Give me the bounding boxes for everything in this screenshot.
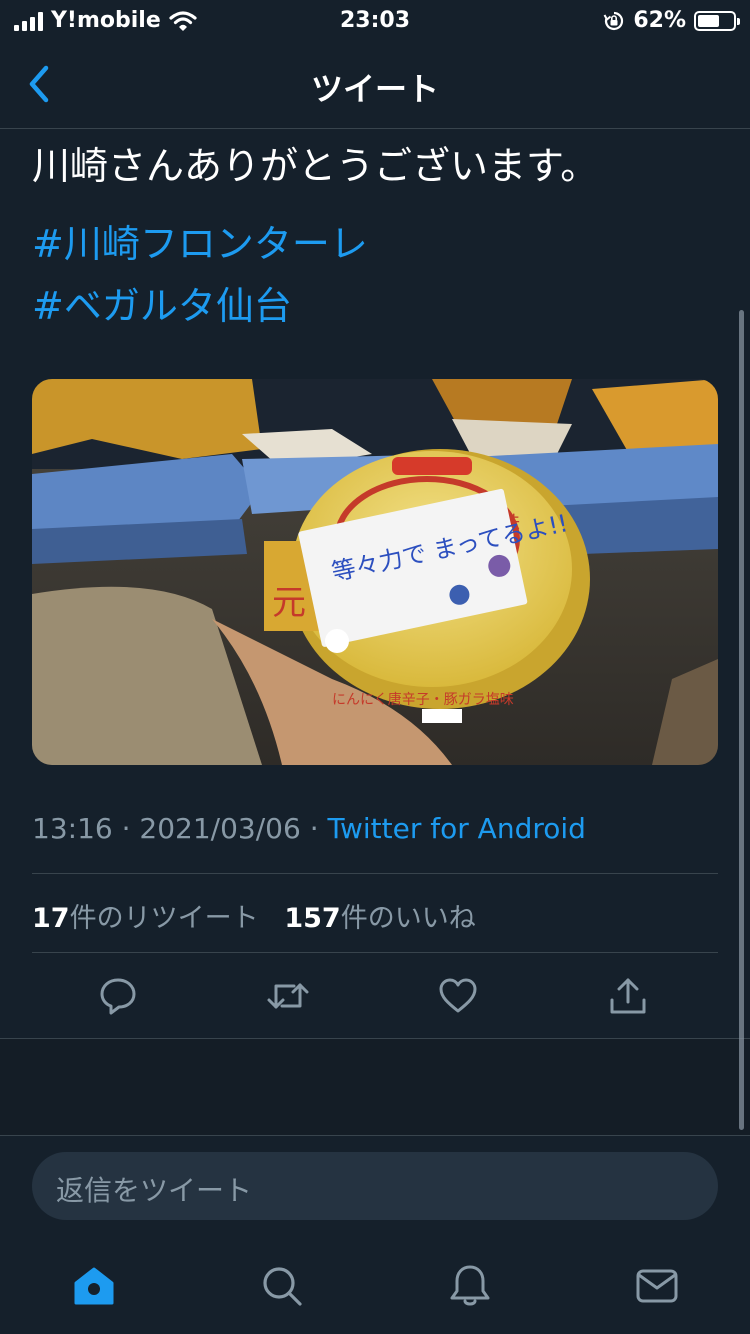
svg-text:にんにく唐辛子・豚ガラ塩味: にんにく唐辛子・豚ガラ塩味	[332, 691, 514, 708]
reply-icon	[100, 978, 136, 1015]
battery-icon	[694, 10, 740, 31]
divider	[32, 952, 718, 953]
tab-home[interactable]	[70, 1262, 118, 1310]
status-bar: Y!mobile 23:03 62%	[0, 0, 750, 42]
photo-illustration: 元 味 等々力で まってるよ!! にんにく唐辛子・豚ガラ塩味	[32, 379, 718, 765]
tweet-actions	[0, 966, 750, 1026]
tweet-time: 13:16	[32, 812, 113, 845]
tweet-source-link[interactable]: Twitter for Android	[328, 812, 586, 845]
empty-region	[0, 1039, 750, 1135]
hashtag-link[interactable]: #ベガルタ仙台	[32, 282, 292, 330]
battery-percent: 62%	[633, 8, 686, 33]
tab-search[interactable]	[258, 1262, 306, 1310]
meta-separator: ·	[309, 812, 319, 845]
tab-messages[interactable]	[633, 1262, 681, 1310]
tweet-stats: 17件のリツイート 157件のいいね	[32, 896, 476, 935]
meta-separator: ·	[121, 812, 131, 845]
tweet-timestamp: 13:16 · 2021/03/06 · Twitter for Android	[32, 812, 586, 845]
like-count: 157	[284, 903, 341, 934]
hashtag-link[interactable]: #川崎フロンターレ	[32, 220, 368, 268]
retweet-icon	[267, 983, 309, 1009]
retweet-button[interactable]	[258, 966, 318, 1026]
reply-button[interactable]	[88, 966, 148, 1026]
share-icon	[610, 978, 646, 1014]
scrollbar[interactable]	[739, 310, 744, 1130]
section-divider	[0, 1135, 750, 1136]
search-icon	[263, 1267, 302, 1306]
messages-icon	[636, 1269, 678, 1303]
home-icon	[74, 1267, 114, 1305]
likes-stat[interactable]: 157件のいいね	[284, 903, 475, 934]
tab-bar	[0, 1250, 750, 1334]
retweet-label: 件のリツイート	[69, 903, 259, 934]
tweet-date: 2021/03/06	[139, 812, 301, 845]
orientation-lock-icon	[603, 11, 624, 30]
divider	[32, 873, 718, 874]
share-button[interactable]	[598, 966, 658, 1026]
status-right: 62%	[603, 8, 740, 33]
like-button[interactable]	[428, 966, 488, 1026]
like-label: 件のいいね	[340, 903, 476, 934]
svg-text:元: 元	[272, 583, 306, 623]
navigation-bar: ツイート	[0, 42, 750, 129]
page-title: ツイート	[310, 70, 439, 108]
reply-input[interactable]: 返信をツイート	[32, 1152, 718, 1220]
heart-icon	[439, 978, 477, 1013]
tweet-photo[interactable]: 元 味 等々力で まってるよ!! にんにく唐辛子・豚ガラ塩味	[32, 379, 718, 765]
reply-placeholder: 返信をツイート	[56, 1174, 253, 1207]
retweet-count: 17	[32, 903, 70, 934]
retweets-stat[interactable]: 17件のリツイート	[32, 903, 259, 934]
notifications-icon	[450, 1265, 490, 1306]
tweet-text: 川崎さんありがとうございます。	[32, 144, 599, 188]
tab-notifications[interactable]	[446, 1262, 494, 1310]
